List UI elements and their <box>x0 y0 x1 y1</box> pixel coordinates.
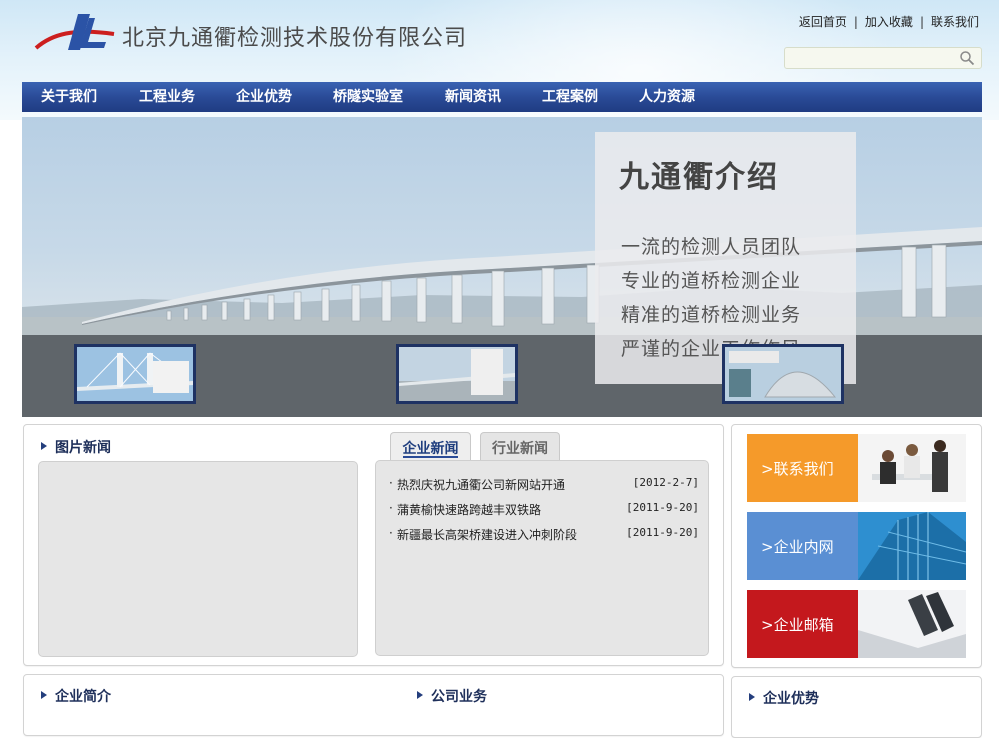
banner-thumbnail-2[interactable] <box>396 344 518 404</box>
logo-icon[interactable] <box>34 10 116 54</box>
banner-thumbnail-3[interactable] <box>722 344 844 404</box>
laptop-keyboard-image <box>858 590 966 658</box>
active-tab-indicator <box>403 456 458 458</box>
nav-news[interactable]: 新闻资讯 <box>445 82 501 112</box>
intro-business-panel <box>23 674 724 736</box>
intro-line: 一流的检测人员团队 <box>621 236 802 258</box>
photo-news-title: 图片新闻 <box>41 437 111 457</box>
thumbnail-image <box>399 347 515 401</box>
thumbnail-image <box>77 347 193 401</box>
company-intro-title-text: 企业简介 <box>55 689 111 705</box>
news-date: [2011-9-20] <box>626 526 699 539</box>
nav-advantages[interactable]: 企业优势 <box>236 82 292 112</box>
triangle-bullet-icon <box>41 442 47 450</box>
news-title[interactable]: 热烈庆祝九通衢公司新网站开通 <box>397 476 565 493</box>
contact-us-button[interactable]: >联系我们 <box>747 434 966 502</box>
bookmark-link[interactable]: 加入收藏 <box>865 15 913 29</box>
bullet-dot: · <box>389 476 393 490</box>
business-people-image <box>858 434 966 502</box>
tab-label: 企业新闻 <box>402 441 459 457</box>
contact-us-label: >联系我们 <box>761 460 834 478</box>
company-business-title: 公司业务 <box>417 686 487 706</box>
news-item[interactable]: · 蒲黄榆快速路跨越丰双铁路 [2011-9-20] <box>389 501 699 519</box>
company-name: 北京九通衢检测技术股份有限公司 <box>122 26 468 51</box>
nav-lab[interactable]: 桥隧实验室 <box>333 82 403 112</box>
email-button[interactable]: >企业邮箱 <box>747 590 966 658</box>
news-title[interactable]: 新疆最长高架桥建设进入冲刺阶段 <box>397 526 577 543</box>
news-title[interactable]: 蒲黄榆快速路跨越丰双铁路 <box>397 501 541 518</box>
top-links: 返回首页 | 加入收藏 | 联系我们 <box>799 13 979 30</box>
contact-link[interactable]: 联系我们 <box>931 15 979 29</box>
tab-company-news[interactable]: 企业新闻 <box>390 432 471 460</box>
bullet-dot: · <box>389 526 393 540</box>
search-icon[interactable] <box>959 50 975 66</box>
hero-banner: 九通衢介绍 一流的检测人员团队 专业的道桥检测企业 精准的道桥检测业务 严谨的企… <box>22 117 982 417</box>
intro-title: 九通衢介绍 <box>619 160 779 195</box>
triangle-bullet-icon <box>417 691 423 699</box>
triangle-bullet-icon <box>749 693 755 701</box>
intranet-button[interactable]: >企业内网 <box>747 512 966 580</box>
nav-about[interactable]: 关于我们 <box>41 82 97 112</box>
search-box <box>784 47 982 69</box>
advantages-title-text: 企业优势 <box>763 691 819 707</box>
home-link[interactable]: 返回首页 <box>799 15 847 29</box>
intranet-label: >企业内网 <box>761 538 834 556</box>
advantages-title: 企业优势 <box>749 688 819 708</box>
nav-engineering[interactable]: 工程业务 <box>139 82 195 112</box>
separator: | <box>919 15 924 29</box>
banner-thumbnail-1[interactable] <box>74 344 196 404</box>
news-date: [2012-2-7] <box>632 476 699 489</box>
bullet-dot: · <box>389 501 393 515</box>
photo-news-title-text: 图片新闻 <box>55 440 111 456</box>
news-date: [2011-9-20] <box>626 501 699 514</box>
company-intro-title: 企业简介 <box>41 686 111 706</box>
email-label: >企业邮箱 <box>761 616 834 634</box>
main-nav: 关于我们 工程业务 企业优势 桥隧实验室 新闻资讯 工程案例 人力资源 <box>22 82 982 112</box>
news-item[interactable]: · 热烈庆祝九通衢公司新网站开通 [2012-2-7] <box>389 476 699 494</box>
nav-cases[interactable]: 工程案例 <box>542 82 598 112</box>
intro-line: 专业的道桥检测企业 <box>621 270 802 292</box>
office-building-image <box>858 512 966 580</box>
tab-industry-news[interactable]: 行业新闻 <box>480 432 560 460</box>
triangle-bullet-icon <box>41 691 47 699</box>
thumbnail-image <box>725 347 841 401</box>
nav-hr[interactable]: 人力资源 <box>639 82 695 112</box>
intro-line: 精准的道桥检测业务 <box>621 304 802 326</box>
search-input[interactable] <box>791 50 955 68</box>
company-business-title-text: 公司业务 <box>431 689 487 705</box>
news-item[interactable]: · 新疆最长高架桥建设进入冲刺阶段 [2011-9-20] <box>389 526 699 544</box>
separator: | <box>853 15 858 29</box>
tab-label: 行业新闻 <box>492 441 548 457</box>
photo-news-box <box>38 461 358 657</box>
